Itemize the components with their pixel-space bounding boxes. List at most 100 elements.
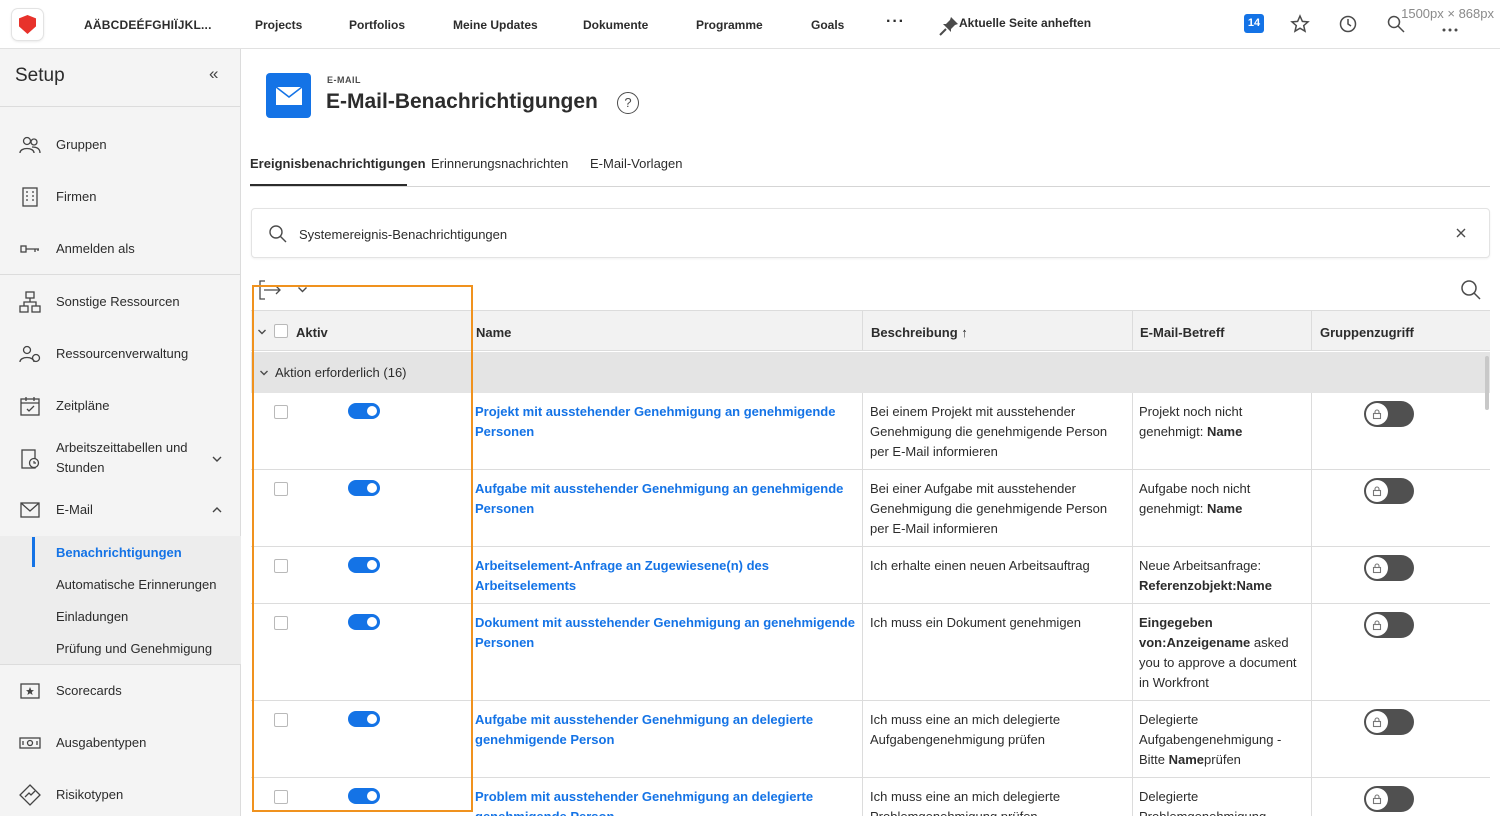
sidebar-item-scorecards[interactable]: Scorecards: [0, 671, 241, 711]
sidebar-item-email[interactable]: E-Mail: [0, 490, 241, 530]
close-icon[interactable]: [1453, 225, 1469, 241]
sidebar-item-label: Risikotypen: [56, 787, 124, 802]
group-access-toggle[interactable]: [1364, 478, 1414, 504]
nav-projects[interactable]: Projects: [255, 18, 302, 32]
sidebar-item-label: Zeitpläne: [56, 398, 110, 413]
pin-icon[interactable]: [938, 15, 960, 37]
notification-name-link[interactable]: Problem mit ausstehender Genehmigung an …: [475, 787, 855, 816]
sidebar-item-zeitplaene[interactable]: Zeitpläne: [0, 386, 241, 426]
sidebar-item-anmelden-als[interactable]: Anmelden als: [0, 229, 241, 269]
collapse-sidebar-icon[interactable]: «: [209, 64, 218, 84]
notification-badge[interactable]: 14: [1244, 14, 1264, 33]
setup-sidebar: Setup « Gruppen Firmen Anmelden als Sons…: [0, 49, 241, 816]
column-divider: [1311, 393, 1312, 816]
sidebar-item-firmen[interactable]: Firmen: [0, 177, 241, 217]
nav-meine-updates[interactable]: Meine Updates: [453, 18, 538, 32]
hierarchy-icon: [19, 291, 41, 313]
workfront-logo[interactable]: [12, 9, 43, 40]
sidebar-item-ressourcenverwaltung[interactable]: Ressourcenverwaltung: [0, 334, 241, 374]
nav-portfolios[interactable]: Portfolios: [349, 18, 405, 32]
pin-page-button[interactable]: Aktuelle Seite anheften: [959, 16, 1091, 30]
sidebar-divider: [0, 274, 241, 275]
notification-name-link[interactable]: Dokument mit ausstehender Genehmigung an…: [475, 613, 855, 653]
tab-erinnerungsnachrichten[interactable]: Erinnerungsnachrichten: [431, 156, 568, 171]
column-header-name[interactable]: Name: [476, 325, 511, 340]
notification-name-link[interactable]: Projekt mit ausstehender Genehmigung an …: [475, 402, 855, 442]
table-search-icon[interactable]: [1460, 279, 1482, 301]
column-divider: [1132, 311, 1133, 351]
sidebar-item-label: E-Mail: [56, 502, 93, 517]
chevron-down-icon[interactable]: [259, 368, 269, 378]
row-checkbox[interactable]: [274, 482, 288, 496]
chevron-down-icon[interactable]: [297, 284, 308, 295]
active-toggle[interactable]: [348, 480, 380, 496]
active-toggle[interactable]: [348, 403, 380, 419]
chevron-down-icon[interactable]: [257, 327, 267, 337]
sidebar-sub-automatische-erinnerungen[interactable]: Automatische Erinnerungen: [56, 577, 216, 592]
row-checkbox[interactable]: [274, 559, 288, 573]
building-icon: [22, 187, 38, 207]
org-name[interactable]: AÄBCDEÉFGHIÏJKL...: [84, 18, 212, 32]
table-row[interactable]: Aufgabe mit ausstehender Genehmigung an …: [251, 701, 1490, 778]
scorecard-icon: [20, 683, 40, 699]
notification-name-link[interactable]: Arbeitselement-Anfrage an Zugewiesene(n)…: [475, 556, 855, 596]
active-toggle[interactable]: [348, 614, 380, 630]
page-title: E-Mail-Benachrichtigungen: [326, 90, 598, 113]
help-icon[interactable]: ?: [617, 92, 639, 114]
active-toggle[interactable]: [348, 711, 380, 727]
row-checkbox[interactable]: [274, 405, 288, 419]
subject-part: Neue Arbeitsanfrage:: [1139, 558, 1262, 573]
column-header-email-betreff[interactable]: E-Mail-Betreff: [1140, 325, 1225, 340]
sidebar-sub-einladungen[interactable]: Einladungen: [56, 609, 128, 624]
nav-dokumente[interactable]: Dokumente: [583, 18, 648, 32]
sidebar-sub-pruefung-genehmigung[interactable]: Prüfung und Genehmigung: [56, 641, 212, 656]
nav-more-button[interactable]: ···: [886, 13, 905, 31]
group-access-toggle[interactable]: [1364, 612, 1414, 638]
sidebar-item-arbeitszeittabellen[interactable]: Arbeitszeittabellen und Stunden: [0, 434, 241, 484]
table-row[interactable]: Dokument mit ausstehender Genehmigung an…: [251, 604, 1490, 701]
column-header-beschreibung[interactable]: Beschreibung ↑: [871, 325, 968, 340]
export-icon[interactable]: [258, 279, 284, 301]
history-icon[interactable]: [1338, 14, 1358, 34]
sidebar-item-risikotypen[interactable]: Risikotypen: [0, 775, 241, 815]
sidebar-divider: [0, 106, 241, 107]
notification-description: Ich muss ein Dokument genehmigen: [870, 615, 1082, 630]
calendar-icon: [20, 397, 40, 416]
tab-ereignisbenachrichtigungen[interactable]: Ereignisbenachrichtigungen: [250, 156, 426, 171]
sidebar-item-gruppen[interactable]: Gruppen: [0, 125, 241, 165]
chevron-up-icon[interactable]: [210, 503, 224, 517]
column-header-gruppenzugriff[interactable]: Gruppenzugriff: [1320, 325, 1414, 340]
notification-name-link[interactable]: Aufgabe mit ausstehender Genehmigung an …: [475, 479, 855, 519]
subject-part: Delegierte Problemgenehmigung: [1139, 789, 1266, 816]
sidebar-sub-benachrichtigungen[interactable]: Benachrichtigungen: [56, 545, 182, 560]
active-toggle[interactable]: [348, 557, 380, 573]
active-toggle[interactable]: [348, 788, 380, 804]
row-checkbox[interactable]: [274, 790, 288, 804]
tab-email-vorlagen[interactable]: E-Mail-Vorlagen: [590, 156, 683, 171]
table-row[interactable]: Arbeitselement-Anfrage an Zugewiesene(n)…: [251, 547, 1490, 604]
table-row[interactable]: Projekt mit ausstehender Genehmigung an …: [251, 393, 1490, 470]
chevron-down-icon[interactable]: [210, 452, 224, 466]
group-access-toggle[interactable]: [1364, 786, 1414, 812]
row-checkbox[interactable]: [274, 713, 288, 727]
nav-goals[interactable]: Goals: [811, 18, 844, 32]
notification-description: Ich muss eine an mich delegierte Aufgabe…: [870, 712, 1061, 747]
table-row[interactable]: Aufgabe mit ausstehender Genehmigung an …: [251, 470, 1490, 547]
nav-programme[interactable]: Programme: [696, 18, 763, 32]
row-checkbox[interactable]: [274, 616, 288, 630]
select-all-checkbox[interactable]: [274, 324, 288, 338]
page-kicker: E-MAIL: [327, 75, 361, 85]
table-scrollbar[interactable]: [1485, 356, 1489, 410]
table-row[interactable]: Problem mit ausstehender Genehmigung an …: [251, 778, 1490, 816]
sidebar-item-ausgabentypen[interactable]: Ausgabentypen: [0, 723, 241, 763]
notification-name-link[interactable]: Aufgabe mit ausstehender Genehmigung an …: [475, 710, 855, 750]
sidebar-item-label: Firmen: [56, 189, 97, 204]
star-icon[interactable]: [1290, 14, 1310, 34]
group-access-toggle[interactable]: [1364, 401, 1414, 427]
column-header-aktiv[interactable]: Aktiv: [296, 325, 328, 340]
group-row[interactable]: Aktion erforderlich (16): [251, 352, 1490, 393]
search-input[interactable]: Systemereignis-Benachrichtigungen: [251, 208, 1490, 258]
group-access-toggle[interactable]: [1364, 709, 1414, 735]
sidebar-item-sonstige-ressourcen[interactable]: Sonstige Ressourcen: [0, 282, 241, 322]
group-access-toggle[interactable]: [1364, 555, 1414, 581]
